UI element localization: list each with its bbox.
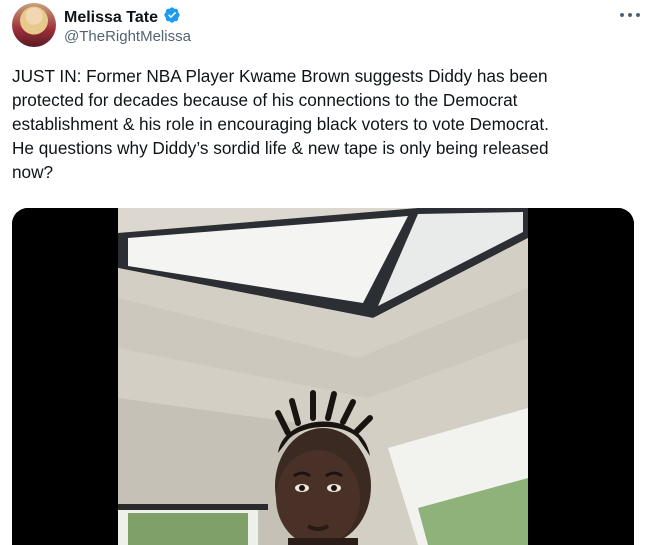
verified-badge-icon: [163, 6, 181, 29]
more-options-icon[interactable]: [618, 6, 642, 24]
author-row: Melissa Tate: [64, 6, 181, 29]
author-handle[interactable]: @TheRightMelissa: [64, 28, 191, 45]
tweet-text: JUST IN: Former NBA Player Kwame Brown s…: [12, 66, 549, 182]
avatar[interactable]: [12, 3, 56, 47]
video-still-image: [118, 208, 528, 545]
video-player[interactable]: [12, 208, 634, 545]
video-letterbox-left: [12, 208, 118, 545]
video-frame: [118, 208, 528, 545]
author-name[interactable]: Melissa Tate: [64, 9, 158, 27]
video-letterbox-right: [528, 208, 634, 545]
